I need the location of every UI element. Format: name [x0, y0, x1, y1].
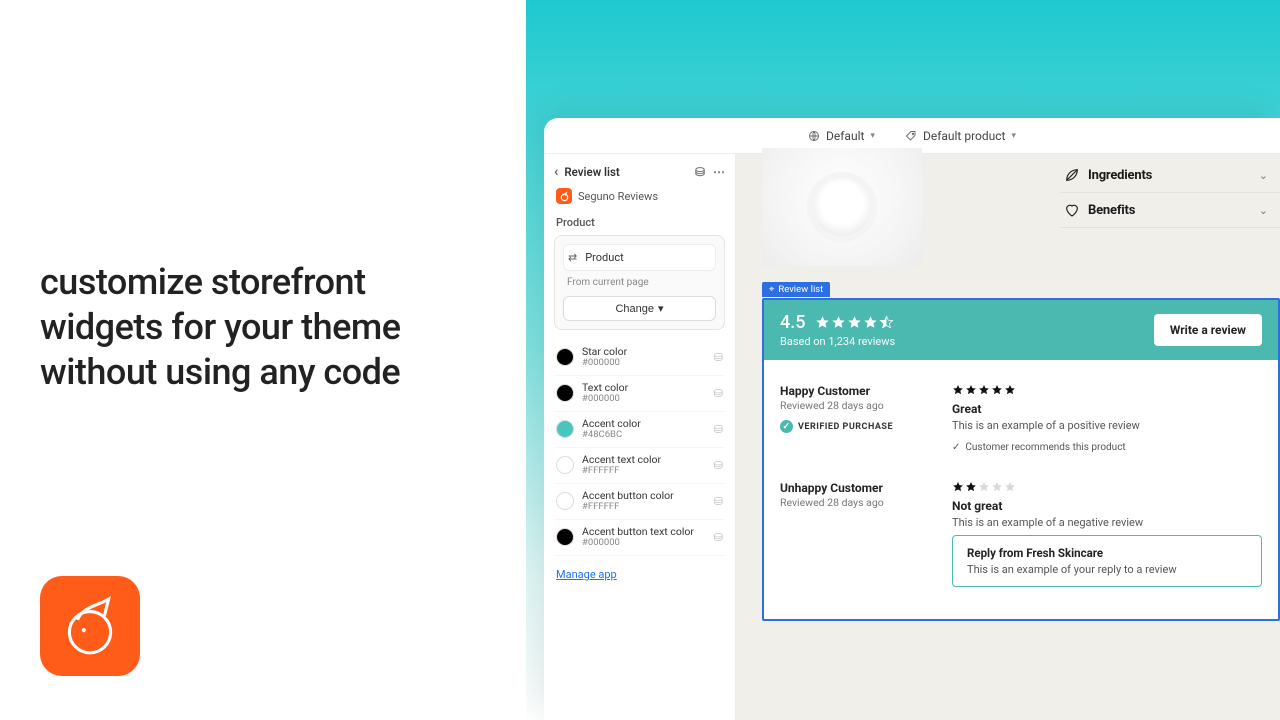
widget-selection-tag[interactable]: ⌖ Review list: [762, 282, 830, 297]
chevron-down-icon: ⌄: [1259, 169, 1276, 182]
reviewer-name: Unhappy Customer: [780, 481, 930, 495]
review-row: Happy Customer Reviewed 28 days ago ✓VER…: [780, 374, 1262, 471]
brand-logo: [40, 576, 140, 676]
product-selector[interactable]: Default product ▾: [905, 129, 1016, 143]
check-icon: ✓: [780, 420, 793, 433]
avg-rating-value: 4.5: [780, 312, 805, 333]
chevron-down-icon: ▾: [870, 131, 875, 141]
tag-icon: [905, 130, 917, 142]
color-row[interactable]: Star color #000000 ⛁: [554, 340, 725, 376]
product-card: ⇄ Product From current page Change ▾: [554, 235, 725, 330]
leaf-icon: [1064, 167, 1080, 183]
database-icon[interactable]: ⛁: [714, 423, 723, 436]
review-body: This is an example of a negative review: [952, 516, 1262, 529]
review-row: Unhappy Customer Reviewed 28 days ago No…: [780, 471, 1262, 605]
review-stars: [952, 384, 1262, 396]
color-hex-label: #FFFFFF: [582, 466, 661, 477]
color-hex-label: #000000: [582, 394, 628, 405]
accordion-label: Ingredients: [1088, 168, 1152, 183]
write-review-button[interactable]: Write a review: [1154, 314, 1262, 346]
link-icon: ⇄: [568, 251, 577, 264]
more-icon[interactable]: ⋯: [713, 165, 725, 179]
reviews-list: Happy Customer Reviewed 28 days ago ✓VER…: [764, 360, 1278, 619]
heart-icon: [1064, 202, 1080, 218]
back-chevron-icon[interactable]: ‹: [554, 164, 558, 180]
color-swatch: [556, 420, 574, 438]
customizer-panel: ‹ Review list ⛁ ⋯ Seguno Reviews Prod: [544, 154, 736, 720]
review-body: This is an example of a positive review: [952, 419, 1262, 432]
review-stars: [952, 481, 1262, 493]
color-row[interactable]: Accent button text color #000000 ⛁: [554, 520, 725, 556]
marketing-pane: customize storefront widgets for your th…: [0, 0, 526, 720]
view-selector[interactable]: Default ▾: [808, 129, 875, 143]
database-icon[interactable]: ⛁: [714, 351, 723, 364]
app-name-label: Seguno Reviews: [578, 190, 658, 203]
manage-app-link[interactable]: Manage app: [556, 568, 617, 581]
review-summary-bar: 4.5 Based on 1,234 reviews Write a revie…: [764, 300, 1278, 360]
product-image: [762, 148, 922, 266]
panel-title: Review list: [564, 165, 619, 179]
color-swatch: [556, 528, 574, 546]
review-time: Reviewed 28 days ago: [780, 399, 930, 412]
reply-title: Reply from Fresh Skincare: [967, 546, 1247, 560]
product-value: Product: [585, 251, 623, 264]
color-swatch: [556, 492, 574, 510]
preview-canvas: Ingredients ⌄ Benefits ⌄ ⌖ Re: [736, 154, 1280, 720]
product-helper: From current page: [567, 277, 714, 288]
widget-tag-label: Review list: [778, 284, 823, 295]
marketing-headline: customize storefront widgets for your th…: [40, 260, 496, 395]
color-hex-label: #48C6BC: [582, 430, 641, 441]
product-section-label: Product: [556, 216, 723, 229]
target-icon: ⌖: [769, 284, 774, 295]
app-brand-row: Seguno Reviews: [556, 188, 725, 204]
recommend-line: ✓Customer recommends this product: [952, 442, 1262, 453]
gradient-backdrop: Default ▾ Default product ▾ ‹ Review lis…: [526, 0, 1280, 720]
avg-rating-stars: [815, 315, 894, 330]
color-hex-label: #000000: [582, 538, 694, 549]
product-accordion: Ingredients ⌄ Benefits ⌄: [1060, 158, 1280, 228]
color-row[interactable]: Text color #000000 ⛁: [554, 376, 725, 412]
database-icon[interactable]: ⛁: [714, 495, 723, 508]
chevron-down-icon: ▾: [658, 302, 664, 315]
chevron-down-icon: ▾: [1011, 131, 1016, 141]
seguno-logo-icon: [556, 188, 572, 204]
product-selector-label: Default product: [923, 129, 1006, 143]
app-window: Default ▾ Default product ▾ ‹ Review lis…: [544, 118, 1280, 720]
color-row[interactable]: Accent button color #FFFFFF ⛁: [554, 484, 725, 520]
color-hex-label: #FFFFFF: [582, 502, 674, 513]
database-icon[interactable]: ⛁: [714, 531, 723, 544]
product-dish-icon: [807, 172, 877, 242]
color-swatch: [556, 348, 574, 366]
accordion-benefits[interactable]: Benefits ⌄: [1060, 193, 1280, 228]
change-button-label: Change: [615, 303, 654, 315]
unicorn-icon: [57, 593, 123, 659]
color-swatch: [556, 384, 574, 402]
review-count-label: Based on 1,234 reviews: [780, 335, 895, 348]
review-title: Not great: [952, 499, 1262, 513]
database-icon[interactable]: ⛁: [714, 459, 723, 472]
product-picker[interactable]: ⇄ Product: [563, 244, 716, 271]
color-row[interactable]: Accent text color #FFFFFF ⛁: [554, 448, 725, 484]
color-swatch: [556, 456, 574, 474]
verified-badge: ✓VERIFIED PURCHASE: [780, 420, 930, 433]
accordion-ingredients[interactable]: Ingredients ⌄: [1060, 158, 1280, 193]
globe-icon: [808, 130, 820, 142]
accordion-label: Benefits: [1088, 203, 1135, 218]
database-icon[interactable]: ⛁: [695, 165, 705, 179]
color-row[interactable]: Accent color #48C6BC ⛁: [554, 412, 725, 448]
review-time: Reviewed 28 days ago: [780, 496, 930, 509]
change-button[interactable]: Change ▾: [563, 296, 716, 321]
color-hex-label: #000000: [582, 358, 627, 369]
review-widget-frame: ⌖ Review list 4.5 Based on 1,234 reviews: [762, 298, 1280, 621]
chevron-down-icon: ⌄: [1259, 204, 1276, 217]
reviewer-name: Happy Customer: [780, 384, 930, 398]
check-icon: ✓: [952, 442, 960, 453]
merchant-reply: Reply from Fresh Skincare This is an exa…: [952, 535, 1262, 587]
review-title: Great: [952, 402, 1262, 416]
reply-body: This is an example of your reply to a re…: [967, 563, 1247, 576]
database-icon[interactable]: ⛁: [714, 387, 723, 400]
view-label: Default: [826, 129, 864, 143]
